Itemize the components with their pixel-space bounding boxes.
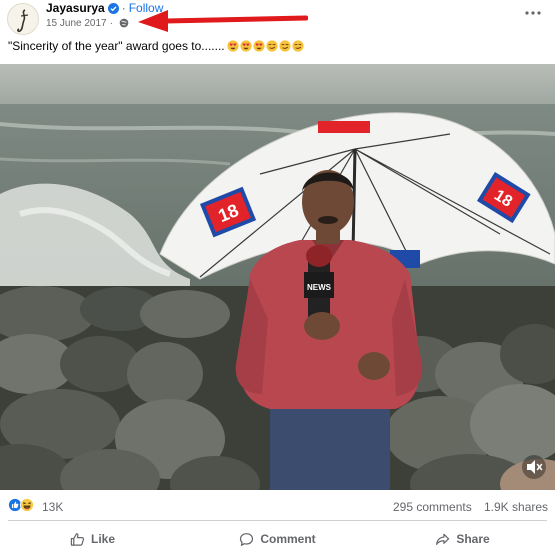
video-frame: 18 18 NEWS <box>0 64 555 490</box>
author-avatar[interactable] <box>7 3 39 35</box>
video-player[interactable]: 18 18 NEWS <box>0 64 555 490</box>
comment-count[interactable]: 295 comments <box>393 500 472 514</box>
signature-logo-icon <box>17 9 29 33</box>
annotation-arrow-icon <box>138 10 308 32</box>
share-icon <box>436 533 450 545</box>
smirk-emoji-icon <box>266 40 278 52</box>
separator-dot: · <box>121 1 126 15</box>
smirk-emoji-icon <box>279 40 291 52</box>
thumbs-up-icon <box>70 532 85 546</box>
heart-eyes-emoji-icon <box>253 40 265 52</box>
like-button[interactable]: Like <box>0 524 185 554</box>
caption-text: "Sincerity of the year" award goes to...… <box>8 39 225 53</box>
engagement-stats: 13K 295 comments 1.9K shares <box>0 494 555 518</box>
globe-icon[interactable] <box>119 18 129 28</box>
verified-badge-icon <box>107 2 119 14</box>
post-actions: Like Comment Share <box>0 524 555 554</box>
comment-icon <box>240 532 254 546</box>
divider <box>8 520 547 521</box>
reaction-icons[interactable] <box>8 498 34 512</box>
more-options-icon[interactable] <box>523 6 543 20</box>
share-button[interactable]: Share <box>370 524 555 554</box>
comment-button[interactable]: Comment <box>185 524 370 554</box>
share-count[interactable]: 1.9K shares <box>484 500 548 514</box>
heart-eyes-emoji-icon <box>227 40 239 52</box>
caption-emojis <box>226 40 304 52</box>
mute-toggle-icon[interactable] <box>521 454 547 480</box>
share-label: Share <box>456 532 490 546</box>
reaction-count[interactable]: 13K <box>42 500 63 514</box>
haha-icon <box>20 498 34 512</box>
post-meta: 15 June 2017 · <box>46 16 129 30</box>
mic-flag-text: NEWS <box>307 283 332 292</box>
like-label: Like <box>90 532 115 546</box>
author-name[interactable]: Jayasurya <box>46 1 105 15</box>
comment-label: Comment <box>260 532 316 546</box>
smirk-emoji-icon <box>292 40 304 52</box>
heart-eyes-emoji-icon <box>240 40 252 52</box>
post-date[interactable]: 15 June 2017 <box>46 18 107 29</box>
separator-dot: · <box>109 17 113 29</box>
post-caption: "Sincerity of the year" award goes to...… <box>8 39 304 53</box>
